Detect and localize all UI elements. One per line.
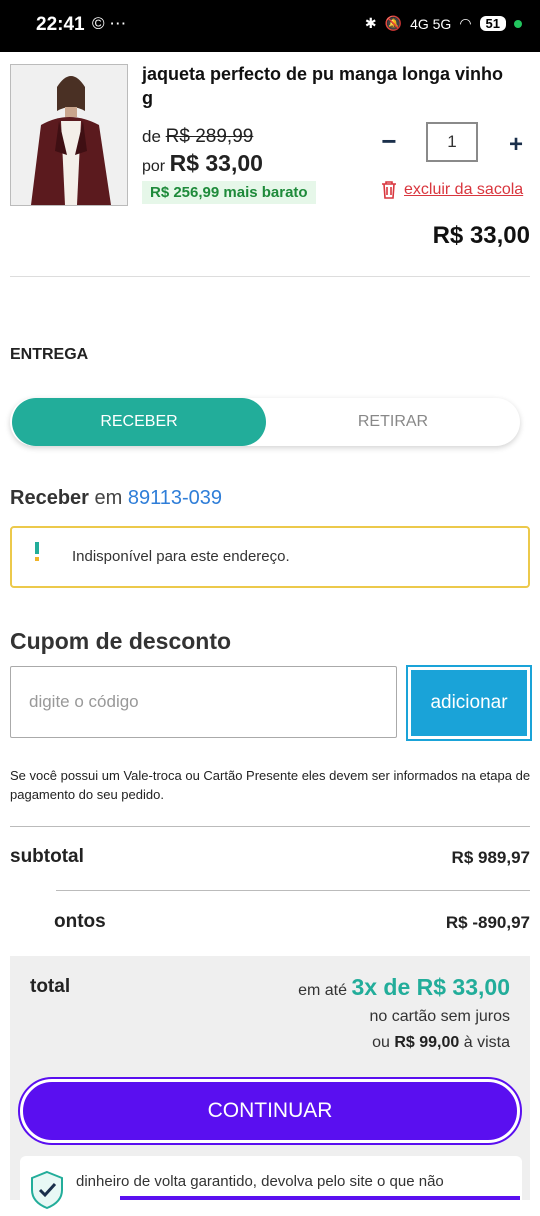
cash-suffix: à vista xyxy=(463,1034,510,1051)
add-coupon-button[interactable]: adicionar xyxy=(406,665,532,741)
new-price: por R$ 33,00 xyxy=(142,150,263,177)
installments-value: 3x de R$ 33,00 xyxy=(351,974,510,1000)
product-image[interactable] xyxy=(10,64,128,206)
tab-pickup[interactable]: RETIRAR xyxy=(268,398,518,446)
remove-label: excluir da sacola xyxy=(404,181,524,198)
battery-icon: 51 xyxy=(479,16,506,31)
cash-value: R$ 99,00 xyxy=(394,1034,460,1051)
remove-from-bag-link[interactable]: excluir da sacola xyxy=(380,180,523,200)
unavailable-warning: Indisponível para este endereço. xyxy=(10,526,530,588)
cash-prefix: ou xyxy=(372,1034,390,1051)
old-price-prefix: de xyxy=(142,127,161,146)
coupon-input[interactable] xyxy=(11,667,396,737)
notification-icons: © ⋯ xyxy=(92,14,127,33)
cash-price: ou R$ 99,00 à vista xyxy=(372,1034,510,1052)
delivery-section-title: ENTREGA xyxy=(10,346,89,363)
savings-badge: R$ 256,99 mais barato xyxy=(142,181,316,204)
bottom-strip xyxy=(120,1196,520,1200)
subtotal-label: subtotal xyxy=(10,846,84,867)
discount-label: ontos xyxy=(54,911,106,932)
installments-prefix: em até xyxy=(298,982,347,999)
installments: em até 3x de R$ 33,00 xyxy=(298,974,510,1001)
quantity-increase-button[interactable]: + xyxy=(506,132,526,158)
guarantee-banner: dinheiro de volta garantido, devolva pel… xyxy=(20,1156,522,1216)
warning-text: Indisponível para este endereço. xyxy=(72,548,290,565)
privacy-dot-icon xyxy=(514,19,522,28)
guarantee-text: dinheiro de volta garantido, devolva pel… xyxy=(76,1173,444,1190)
new-price-prefix: por xyxy=(142,158,166,175)
divider xyxy=(56,890,530,891)
gift-card-note: Se você possui um Vale-troca ou Cartão P… xyxy=(10,768,531,802)
trash-icon xyxy=(382,181,396,199)
network-label: 4G 5G xyxy=(410,15,452,32)
quantity-input[interactable]: 1 xyxy=(426,122,478,162)
coupon-title: Cupom de desconto xyxy=(10,628,232,654)
old-price: de R$ 289,99 xyxy=(142,126,253,148)
receive-label: Receber xyxy=(10,487,89,509)
new-price-value: R$ 33,00 xyxy=(169,150,263,176)
continue-button[interactable]: CONTINUAR xyxy=(18,1077,522,1145)
coupon-field[interactable] xyxy=(10,666,397,738)
wifi-icon: ◠ xyxy=(459,15,472,31)
total-label: total xyxy=(30,976,71,997)
product-title[interactable]: jaqueta perfecto de pu manga longa vinho… xyxy=(142,62,512,110)
shield-check-icon xyxy=(31,1170,63,1210)
jacket-photo-icon xyxy=(11,65,127,205)
status-right-icons: ✱ 🔕 4G 5G ◠ 51 xyxy=(365,15,522,32)
divider xyxy=(10,826,530,827)
status-bar: 22:41 © ⋯ ✱ 🔕 4G 5G ◠ 51 xyxy=(0,0,540,52)
delivery-address: Receber em 89113-039 xyxy=(10,487,222,510)
discount-value: R$ -890,97 xyxy=(445,913,530,932)
mute-icon: 🔕 xyxy=(384,15,403,31)
quantity-decrease-button[interactable]: − xyxy=(378,128,400,154)
receive-in: em xyxy=(94,487,123,509)
bluetooth-icon: ✱ xyxy=(364,15,377,31)
exclamation-icon xyxy=(34,542,40,566)
cep-link[interactable]: 89113-039 xyxy=(128,487,222,509)
old-price-value: R$ 289,99 xyxy=(165,126,254,147)
installments-note: no cartão sem juros xyxy=(369,1008,510,1025)
tab-receive[interactable]: RECEBER xyxy=(12,398,266,446)
divider xyxy=(10,276,530,277)
subtotal-value: R$ 989,97 xyxy=(451,848,530,867)
status-time: 22:41 xyxy=(36,14,85,35)
line-total: R$ 33,00 xyxy=(432,222,530,249)
